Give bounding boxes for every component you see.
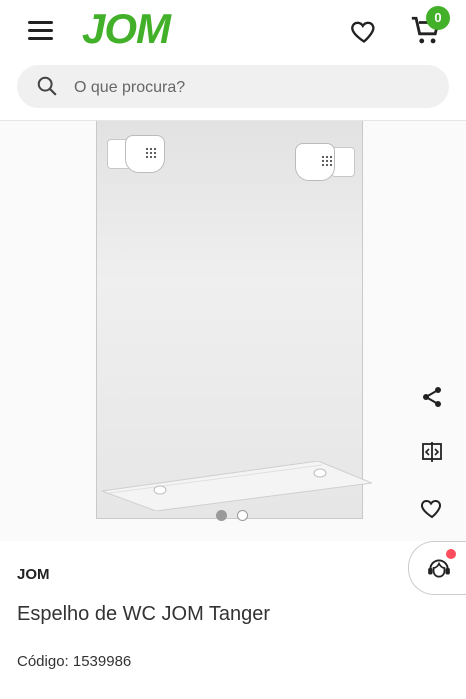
- product-brand[interactable]: JOM: [17, 566, 50, 583]
- gallery-dot-1[interactable]: [216, 510, 227, 521]
- menu-icon[interactable]: [26, 19, 56, 43]
- compare-icon[interactable]: [420, 440, 444, 464]
- cart-count-badge: 0: [426, 6, 450, 30]
- chat-agent-icon: [428, 559, 450, 578]
- search-input[interactable]: [72, 65, 426, 110]
- heart-icon[interactable]: [349, 17, 379, 45]
- search-bar[interactable]: [17, 65, 449, 110]
- product-image-gallery[interactable]: [0, 121, 466, 541]
- share-icon[interactable]: [420, 385, 444, 409]
- favorite-heart-icon[interactable]: [420, 496, 444, 520]
- gallery-dot-2[interactable]: [237, 510, 248, 521]
- logo[interactable]: JOM: [82, 5, 171, 53]
- lamp-right: [295, 141, 355, 185]
- glass-shelf: [101, 461, 372, 511]
- product-code: Código: 1539986: [17, 653, 132, 670]
- product-title: Espelho de WC JOM Tanger: [17, 603, 271, 625]
- search-icon[interactable]: [36, 75, 58, 97]
- chat-support-button[interactable]: [408, 541, 466, 595]
- lamp-left: [107, 133, 165, 177]
- header: JOM 0: [0, 0, 466, 121]
- product-image-mirror: [96, 121, 363, 519]
- chat-notification-dot: [446, 549, 456, 559]
